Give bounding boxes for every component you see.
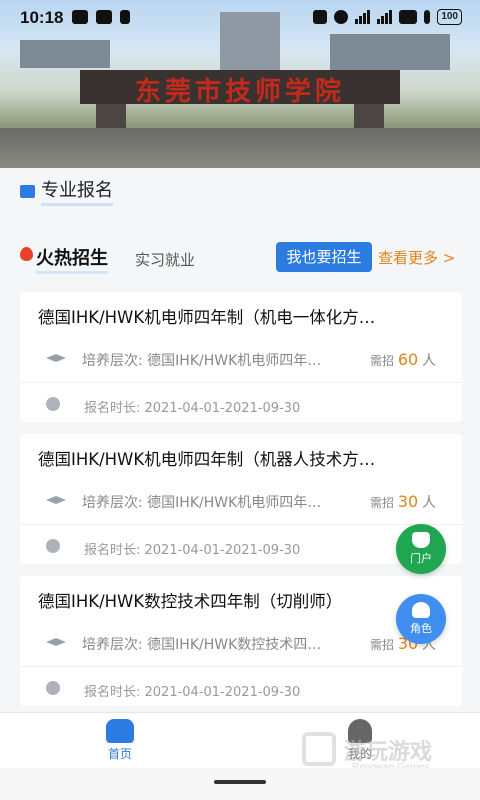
program-title: 德国IHK/HWK数控技术四年制（切削师） — [38, 592, 343, 611]
notification-icon — [96, 10, 112, 24]
signal-icon — [355, 10, 371, 24]
graduation-cap-icon — [46, 354, 66, 362]
hd-icon — [399, 10, 418, 24]
card-divider — [20, 524, 462, 525]
tab-internship[interactable]: 实习就业 — [135, 249, 195, 270]
program-level: 培养层次: 德国IHK/HWK数控技术四… — [82, 637, 322, 653]
home-icon — [106, 719, 134, 743]
user-switch-icon — [412, 602, 430, 618]
banner-road — [0, 128, 480, 168]
need-label: 需招 — [370, 496, 395, 510]
need-count: 需招 60 人 — [370, 350, 436, 370]
recruit-tabs: 火热招生 实习就业 我也要招生 查看更多 > — [20, 242, 460, 278]
program-title: 德国IHK/HWK机电师四年制（机电一体化方… — [38, 308, 376, 327]
charging-icon — [424, 10, 431, 24]
role-button[interactable]: 角色 — [396, 594, 446, 644]
graduation-cap-icon — [46, 638, 66, 646]
program-card[interactable]: 德国IHK/HWK机电师四年制（机电一体化方… 培养层次: 德国IHK/HWK机… — [20, 292, 462, 422]
nav-home[interactable]: 首页 — [90, 719, 150, 762]
battery-indicator: 100 — [437, 9, 462, 25]
message-icon — [72, 10, 88, 24]
banner-building — [20, 40, 110, 68]
clock-icon — [46, 681, 60, 695]
need-unit: 人 — [422, 353, 437, 369]
usb-icon — [120, 10, 130, 24]
need-count: 需招 30 人 — [370, 492, 436, 512]
book-icon — [20, 184, 35, 198]
portal-button[interactable]: 门户 — [396, 524, 446, 574]
need-label: 需招 — [370, 638, 395, 652]
role-label: 角色 — [410, 622, 432, 635]
enroll-period: 报名时长: 2021-04-01-2021-09-30 — [84, 685, 301, 700]
banner-building — [330, 34, 450, 70]
watermark-logo-icon — [302, 732, 336, 766]
enroll-period: 报名时长: 2021-04-01-2021-09-30 — [84, 401, 301, 416]
clock-icon — [46, 397, 60, 411]
home-indicator[interactable] — [214, 780, 266, 784]
need-label: 需招 — [370, 354, 395, 368]
signal-icon — [377, 10, 393, 24]
status-bar: 10:18 100 — [0, 0, 480, 38]
card-divider — [20, 666, 462, 667]
school-gate-title: 东莞市技师学院 — [134, 77, 345, 107]
section-header: 专业报名 — [20, 176, 113, 206]
status-time: 10:18 — [20, 8, 64, 27]
recruit-button[interactable]: 我也要招生 — [276, 242, 372, 272]
fire-icon — [20, 247, 33, 261]
alarm-icon — [334, 10, 349, 24]
graduation-cap-icon — [46, 496, 66, 504]
program-level: 培养层次: 德国IHK/HWK机电师四年… — [82, 353, 322, 369]
need-number: 30 — [397, 492, 419, 511]
section-title: 专业报名 — [41, 176, 113, 206]
card-divider — [20, 382, 462, 383]
clock-icon — [46, 539, 60, 553]
mute-icon — [313, 10, 328, 24]
program-title: 德国IHK/HWK机电师四年制（机器人技术方… — [38, 450, 376, 469]
need-number: 60 — [397, 350, 419, 369]
campus-banner: 东莞市技师学院 10:18 100 — [0, 0, 480, 168]
enroll-period: 报名时长: 2021-04-01-2021-09-30 — [84, 543, 301, 558]
portal-label: 门户 — [410, 552, 432, 565]
tab-hot-recruit[interactable]: 火热招生 — [36, 244, 108, 274]
system-nav-bar — [0, 768, 480, 800]
shield-icon — [412, 532, 430, 548]
program-card[interactable]: 德国IHK/HWK数控技术四年制（切削师） 培养层次: 德国IHK/HWK数控技… — [20, 576, 462, 706]
nav-home-label: 首页 — [107, 747, 132, 761]
need-unit: 人 — [422, 495, 437, 511]
view-more-link[interactable]: 查看更多 > — [378, 247, 455, 268]
program-level: 培养层次: 德国IHK/HWK机电师四年… — [82, 495, 322, 511]
